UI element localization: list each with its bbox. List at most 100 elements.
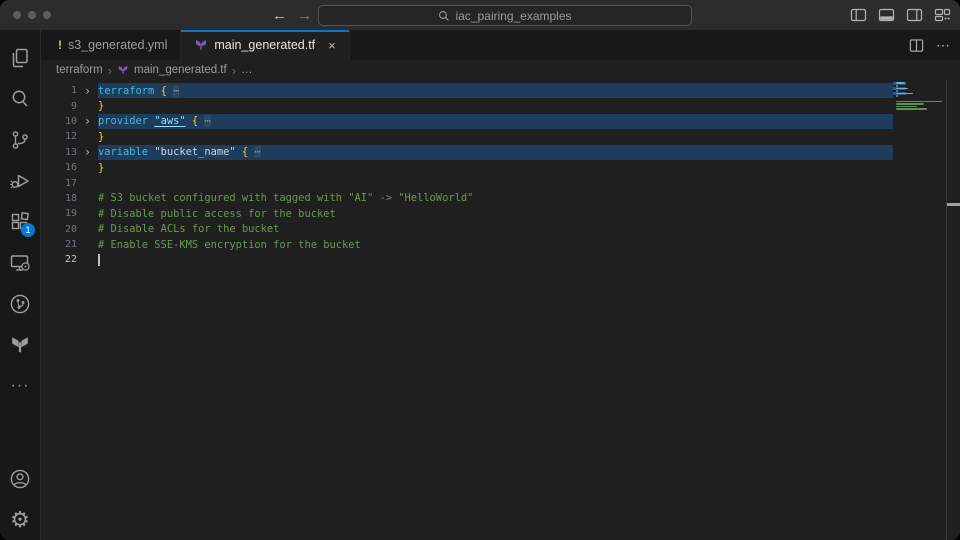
minimize-window-button[interactable] bbox=[28, 11, 36, 19]
search-view-icon[interactable] bbox=[0, 78, 40, 119]
code-token: # Disable ACLs for the bucket bbox=[98, 223, 279, 235]
line-content[interactable]: # Disable ACLs for the bucket bbox=[98, 222, 893, 237]
line-content[interactable]: variable "bucket_name" { ⋯ bbox=[98, 145, 893, 160]
tab-bar-actions: ⋯ bbox=[909, 30, 950, 60]
cursor-position-marker bbox=[947, 203, 960, 206]
code-token: # Enable SSE-KMS encryption for the buck… bbox=[98, 239, 361, 251]
line-number[interactable]: 16 bbox=[41, 162, 77, 173]
line-number[interactable]: 20 bbox=[41, 224, 77, 235]
terraform-file-icon bbox=[117, 64, 129, 76]
breadcrumb-symbol[interactable]: … bbox=[241, 64, 253, 76]
line-content[interactable]: # Enable SSE-KMS encryption for the buck… bbox=[98, 237, 893, 252]
toggle-sidebar-left-icon[interactable] bbox=[850, 7, 867, 23]
line-content[interactable]: # S3 bucket configured with tagged with … bbox=[98, 191, 893, 206]
nav-forward-icon[interactable]: → bbox=[297, 0, 312, 30]
code-line[interactable]: 16} bbox=[41, 160, 893, 175]
toggle-sidebar-right-icon[interactable] bbox=[906, 7, 923, 23]
line-number[interactable]: 13 bbox=[41, 147, 77, 158]
minimap-row bbox=[893, 111, 946, 114]
remote-explorer-icon[interactable] bbox=[0, 242, 40, 283]
code-line[interactable]: 1›terraform { ⋯ bbox=[41, 83, 893, 98]
overview-ruler[interactable] bbox=[946, 80, 960, 540]
code-token: } bbox=[98, 131, 104, 143]
nav-back-icon[interactable]: ← bbox=[272, 0, 287, 30]
code-token: "bucket_name" bbox=[154, 146, 235, 158]
line-content[interactable] bbox=[98, 252, 893, 267]
line-content[interactable]: } bbox=[98, 129, 893, 144]
line-content[interactable]: terraform { ⋯ bbox=[98, 83, 893, 98]
split-editor-icon[interactable] bbox=[909, 38, 924, 53]
minimap[interactable] bbox=[893, 82, 946, 540]
close-tab-icon[interactable]: × bbox=[328, 38, 336, 53]
code-token: variable bbox=[98, 146, 154, 158]
additional-views-icon[interactable]: ··· bbox=[0, 365, 40, 406]
tab-s3-generated-yml[interactable]: ! s3_generated.yml bbox=[45, 30, 181, 60]
breadcrumb-folder[interactable]: terraform bbox=[56, 64, 103, 76]
fold-chevron-icon[interactable]: › bbox=[77, 85, 98, 97]
code-line[interactable]: 13›variable "bucket_name" { ⋯ bbox=[41, 145, 893, 160]
run-debug-icon[interactable] bbox=[0, 160, 40, 201]
code-line[interactable]: 18 # S3 bucket configured with tagged wit… bbox=[41, 191, 893, 206]
account-icon[interactable] bbox=[0, 458, 40, 499]
code-line[interactable]: 12} bbox=[41, 129, 893, 144]
line-content[interactable] bbox=[98, 175, 893, 190]
line-number[interactable]: 9 bbox=[41, 101, 77, 112]
line-number[interactable]: 21 bbox=[41, 239, 77, 250]
line-number[interactable]: 18 bbox=[41, 193, 77, 204]
line-number[interactable]: 22 bbox=[41, 254, 77, 265]
code-token: terraform bbox=[98, 85, 161, 97]
code-line[interactable]: 10›provider "aws" { ⋯ bbox=[41, 114, 893, 129]
tab-label: s3_generated.yml bbox=[68, 38, 167, 52]
code-line[interactable]: 21 # Enable SSE-KMS encryption for the bu… bbox=[41, 237, 893, 252]
explorer-icon[interactable] bbox=[0, 37, 40, 78]
code-token: } bbox=[98, 162, 104, 174]
line-number[interactable]: 12 bbox=[41, 131, 77, 142]
source-control-icon[interactable] bbox=[0, 119, 40, 160]
layout-controls bbox=[850, 7, 951, 23]
yaml-file-icon: ! bbox=[58, 38, 62, 52]
text-cursor bbox=[98, 254, 100, 266]
terraform-view-icon[interactable] bbox=[0, 324, 40, 365]
chevron-right-icon: › bbox=[232, 63, 236, 78]
tab-main-generated-tf[interactable]: main_generated.tf × bbox=[181, 30, 349, 60]
close-window-button[interactable] bbox=[13, 11, 21, 19]
line-content[interactable]: # Disable public access for the bucket bbox=[98, 206, 893, 221]
maximize-window-button[interactable] bbox=[43, 11, 51, 19]
line-content[interactable]: } bbox=[98, 160, 893, 175]
fold-chevron-icon[interactable]: › bbox=[77, 146, 98, 158]
line-number[interactable]: 17 bbox=[41, 178, 77, 189]
line-content[interactable]: } bbox=[98, 98, 893, 113]
code-line[interactable]: 17 bbox=[41, 175, 893, 190]
chevron-right-icon: › bbox=[108, 63, 112, 78]
window-controls bbox=[13, 11, 51, 19]
code-line[interactable]: 22 bbox=[41, 252, 893, 267]
more-actions-icon[interactable]: ⋯ bbox=[936, 37, 950, 54]
breadcrumb-file[interactable]: main_generated.tf bbox=[134, 64, 227, 76]
tab-bar: ! s3_generated.yml main_generated.tf × bbox=[41, 30, 960, 60]
code-token: ⋯ bbox=[204, 115, 210, 127]
tab-label: main_generated.tf bbox=[214, 38, 315, 52]
line-content[interactable]: provider "aws" { ⋯ bbox=[98, 114, 893, 129]
fold-chevron-icon[interactable]: › bbox=[77, 115, 98, 127]
command-center-search[interactable]: iac_pairing_examples bbox=[318, 5, 692, 26]
code-line[interactable]: 19 # Disable public access for the bucket bbox=[41, 206, 893, 221]
search-icon bbox=[438, 10, 450, 22]
gitlens-icon[interactable] bbox=[0, 283, 40, 324]
editor-group: ! s3_generated.yml main_generated.tf × bbox=[41, 30, 960, 540]
activity-bar: 1 bbox=[0, 30, 41, 540]
customize-layout-icon[interactable] bbox=[934, 7, 951, 23]
line-number[interactable]: 1 bbox=[41, 85, 77, 96]
line-number[interactable]: 19 bbox=[41, 208, 77, 219]
toggle-panel-icon[interactable] bbox=[878, 7, 895, 23]
code-lines: 1›terraform { ⋯9}10›provider "aws" { ⋯12… bbox=[41, 83, 893, 268]
code-token: # S3 bucket configured with tagged with … bbox=[98, 192, 473, 204]
code-editor[interactable]: 1›terraform { ⋯9}10›provider "aws" { ⋯12… bbox=[41, 80, 960, 540]
settings-gear-icon[interactable]: ⚙ bbox=[0, 499, 40, 540]
code-token: { bbox=[192, 115, 205, 127]
code-line[interactable]: 20 # Disable ACLs for the bucket bbox=[41, 222, 893, 237]
code-token: { bbox=[242, 146, 255, 158]
code-line[interactable]: 9} bbox=[41, 98, 893, 113]
code-token: provider bbox=[98, 115, 154, 127]
extensions-icon[interactable]: 1 bbox=[0, 201, 40, 242]
line-number[interactable]: 10 bbox=[41, 116, 77, 127]
